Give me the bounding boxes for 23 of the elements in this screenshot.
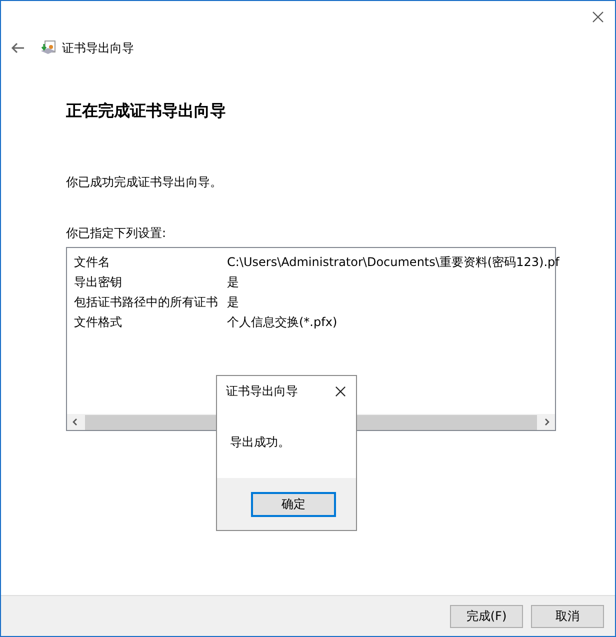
scroll-right-icon[interactable] xyxy=(543,418,551,426)
setting-name: 导出密钥 xyxy=(74,274,123,290)
scroll-left-icon[interactable] xyxy=(71,418,79,426)
setting-value: 是 xyxy=(227,294,239,310)
setting-value: 个人信息交换(*.pfx) xyxy=(227,314,338,330)
dialog-title: 证书导出向导 xyxy=(226,382,298,400)
intro-text: 你已成功完成证书导出向导。 xyxy=(66,174,223,191)
settings-label: 你已指定下列设置: xyxy=(66,225,168,242)
close-icon[interactable] xyxy=(335,386,346,396)
certificate-icon xyxy=(40,40,56,56)
setting-name: 文件格式 xyxy=(74,314,123,330)
footer-button[interactable]: 取消 xyxy=(531,604,604,628)
back-arrow-icon[interactable] xyxy=(11,42,25,54)
close-icon[interactable] xyxy=(592,11,604,23)
setting-name: 包括证书路径中的所有证书 xyxy=(74,294,219,310)
window-title: 证书导出向导 xyxy=(62,40,134,56)
ok-button[interactable]: 确定 xyxy=(251,492,336,516)
setting-value: 是 xyxy=(227,274,239,290)
setting-value: C:\Users\Administrator\Documents\重要资料(密码123).pf xyxy=(227,254,560,270)
setting-name: 文件名 xyxy=(74,254,111,270)
wizard-heading: 正在完成证书导出向导 xyxy=(66,101,227,122)
dialog-message: 导出成功。 xyxy=(230,434,290,450)
footer-button[interactable]: 完成(F) xyxy=(450,604,523,628)
